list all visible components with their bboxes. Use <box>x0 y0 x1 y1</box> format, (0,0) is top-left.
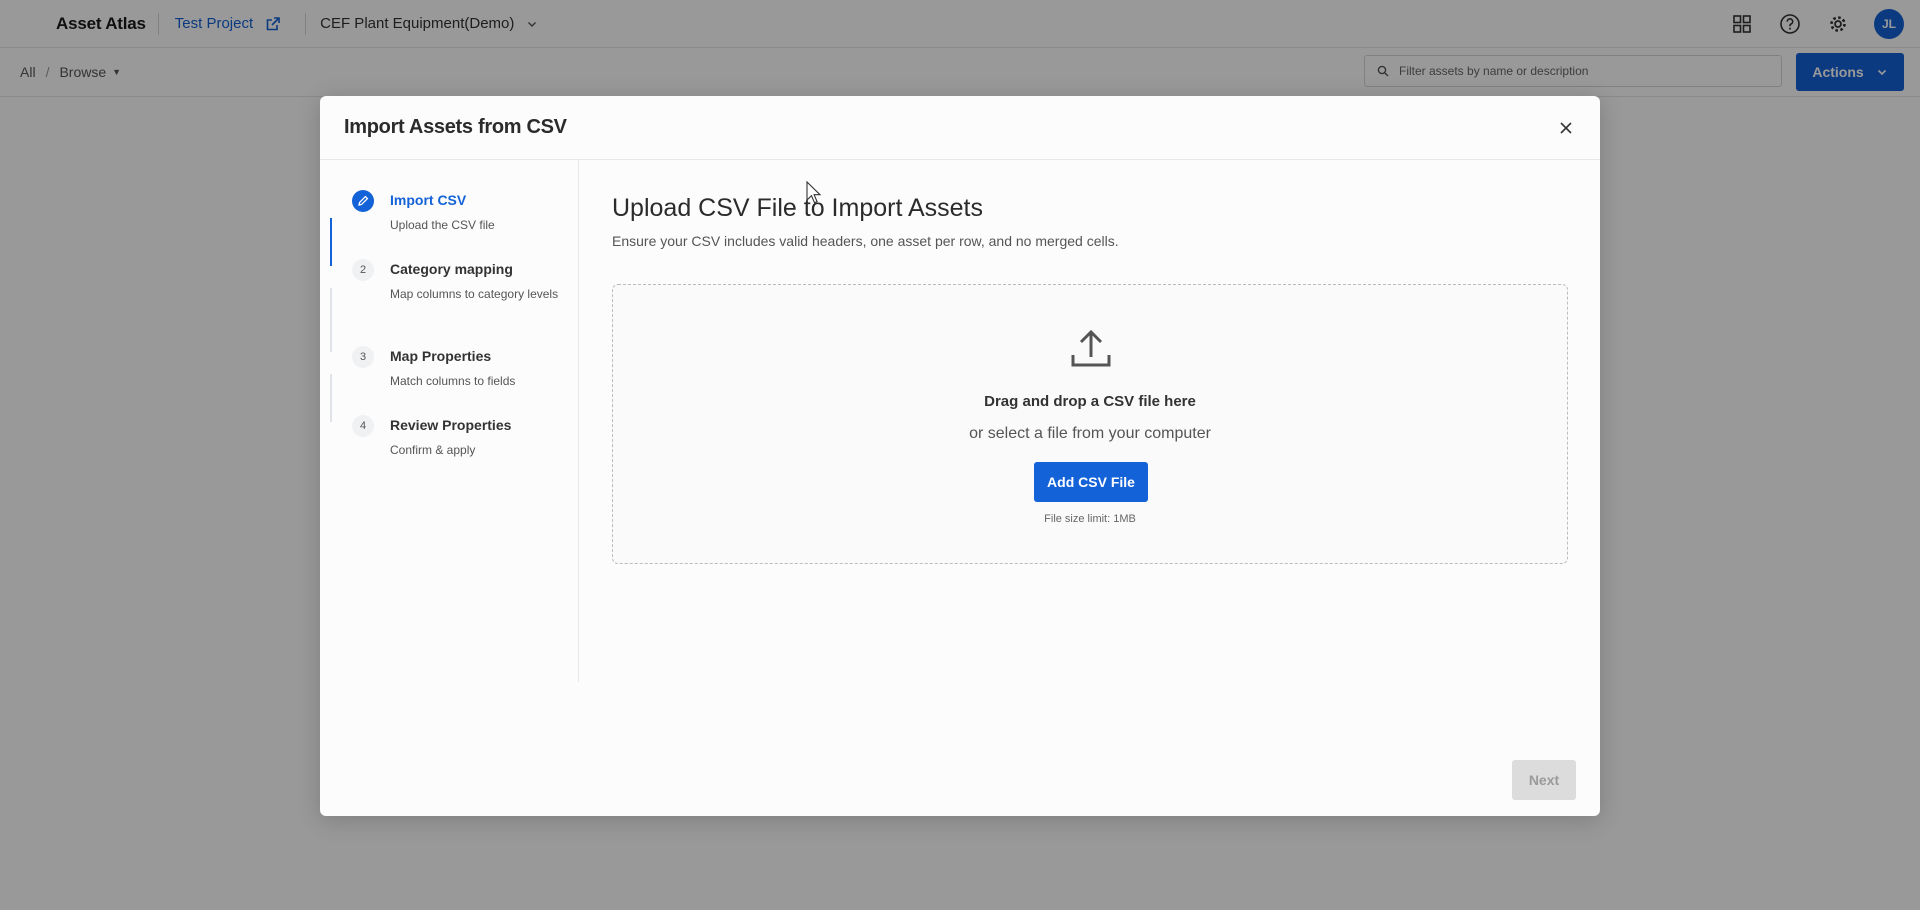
content-subtitle: Ensure your CSV includes valid headers, … <box>612 233 1119 249</box>
step-title: Import CSV <box>390 192 467 208</box>
csv-dropzone[interactable]: Drag and drop a CSV file here or select … <box>612 284 1568 564</box>
close-icon[interactable] <box>1556 118 1576 138</box>
pencil-icon <box>352 190 374 212</box>
step-connector <box>330 218 332 266</box>
step-connector <box>330 374 332 422</box>
step-number: 4 <box>352 415 374 437</box>
step-number: 3 <box>352 346 374 368</box>
dropzone-title: Drag and drop a CSV file here <box>984 393 1196 410</box>
step-description: Upload the CSV file <box>390 218 495 232</box>
dialog-title: Import Assets from CSV <box>344 116 567 138</box>
mouse-cursor-icon <box>806 180 822 205</box>
import-csv-dialog: Import Assets from CSV Import CSV Upload… <box>320 96 1600 816</box>
content-title: Upload CSV File to Import Assets <box>612 194 983 222</box>
step-description: Match columns to fields <box>390 374 516 388</box>
next-button[interactable]: Next <box>1512 760 1576 800</box>
step-description: Map columns to category levels <box>390 287 559 301</box>
upload-icon <box>1069 327 1113 371</box>
dialog-header: Import Assets from CSV <box>320 96 1600 160</box>
file-size-limit: File size limit: 1MB <box>1044 513 1136 525</box>
step-number: 2 <box>352 259 374 281</box>
upload-section: Upload CSV File to Import Assets Ensure … <box>612 194 1119 249</box>
wizard-steps: Import CSV Upload the CSV file 2 Categor… <box>320 160 579 682</box>
step-title: Map Properties <box>390 348 492 364</box>
add-csv-file-button[interactable]: Add CSV File <box>1034 462 1148 502</box>
step-title: Category mapping <box>390 261 513 277</box>
step-description: Confirm & apply <box>390 443 476 457</box>
step-title: Review Properties <box>390 417 512 433</box>
dropzone-subtitle: or select a file from your computer <box>969 425 1211 442</box>
step-connector <box>330 288 332 352</box>
